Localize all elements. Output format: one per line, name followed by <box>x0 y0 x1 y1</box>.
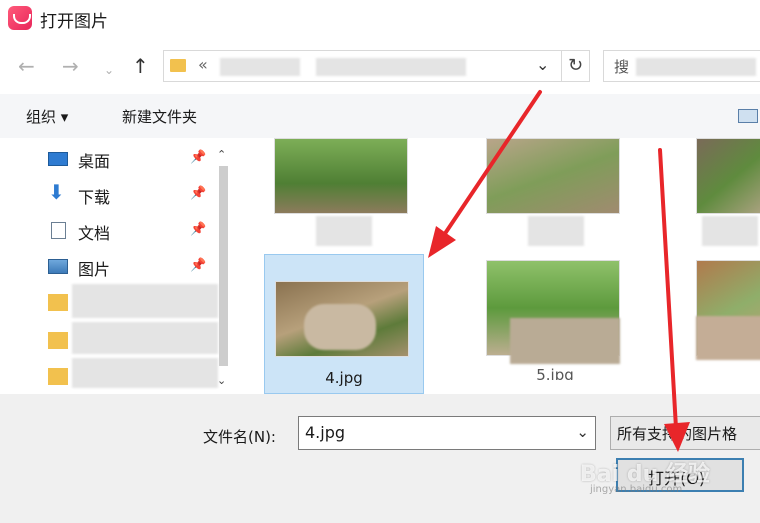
blurred-folder-name <box>72 322 218 354</box>
blurred-region <box>696 316 760 360</box>
pin-icon[interactable]: 📌 <box>190 258 206 273</box>
sidebar-item-pictures[interactable]: 图片 📌 <box>48 254 218 280</box>
sidebar-item-documents[interactable]: 文档 📌 <box>48 218 218 244</box>
file-tile-selected[interactable]: 4.jpg <box>264 254 424 394</box>
arrow-up-icon[interactable]: ↑ <box>132 54 149 78</box>
arrow-right-icon[interactable]: → <box>62 54 79 78</box>
blurred-path <box>220 58 300 76</box>
arrow-left-icon[interactable]: ← <box>18 54 35 78</box>
app-logo-icon <box>8 6 32 30</box>
file-tile[interactable] <box>692 260 760 394</box>
pin-icon[interactable]: 📌 <box>190 222 206 237</box>
sidebar-item-folder[interactable] <box>48 358 218 390</box>
file-thumbnail <box>274 138 408 214</box>
chevron-down-icon[interactable]: ⌄ <box>104 58 114 82</box>
folder-icon <box>48 294 68 311</box>
blurred-search <box>636 58 756 76</box>
blurred-region <box>510 318 620 364</box>
file-thumbnail <box>486 138 620 214</box>
sidebar-item-label: 图片 <box>78 260 111 279</box>
file-thumbnail <box>696 138 760 214</box>
filename-value: 4.jpg <box>305 423 346 442</box>
file-tile[interactable]: 5.jpg <box>480 260 630 394</box>
scroll-down-icon[interactable]: ⌄ <box>217 374 226 387</box>
blurred-file-name <box>702 216 758 246</box>
sidebar-item-folder[interactable] <box>48 322 218 354</box>
scrollbar-thumb[interactable] <box>219 166 228 366</box>
watermark-url: jingyan.baidu.com <box>590 484 683 495</box>
sidebar-item-label: 文档 <box>78 224 111 243</box>
pin-icon[interactable]: 📌 <box>190 186 206 201</box>
scroll-up-icon[interactable]: ⌃ <box>217 148 226 161</box>
file-type-filter[interactable]: 所有支持的图片格 <box>610 416 760 450</box>
filename-input[interactable]: 4.jpg ⌄ <box>298 416 596 450</box>
sidebar-item-desktop[interactable]: 桌面 📌 <box>48 146 218 172</box>
window-title: 打开图片 <box>40 12 108 32</box>
view-options-icon[interactable] <box>738 109 758 123</box>
pin-icon[interactable]: 📌 <box>190 150 206 165</box>
sidebar-item-folder[interactable] <box>48 284 218 318</box>
file-type-label: 所有支持的图片格 <box>617 425 738 443</box>
sidebar-scrollbar[interactable]: ⌃ ⌄ <box>213 142 233 394</box>
chevron-down-icon[interactable]: ⌄ <box>576 423 589 441</box>
search-input[interactable]: 搜 <box>603 50 760 82</box>
folder-icon <box>48 332 68 349</box>
organize-button[interactable]: 组织 ▾ <box>26 106 68 127</box>
folder-icon <box>170 59 186 72</box>
sidebar-item-label: 下载 <box>78 188 111 207</box>
file-tile[interactable] <box>692 138 760 248</box>
file-name: 5.jpg <box>536 366 574 380</box>
download-icon: ⬇ <box>48 180 65 204</box>
chevron-down-icon[interactable]: ⌄ <box>536 55 549 74</box>
filename-label: 文件名(N): <box>203 428 276 446</box>
folder-icon <box>48 368 68 385</box>
file-name: 4.jpg <box>325 369 363 387</box>
document-icon <box>51 222 66 239</box>
title-bar: 打开图片 <box>0 0 760 38</box>
blurred-region <box>304 304 376 350</box>
search-placeholder: 搜 <box>614 58 630 76</box>
pictures-icon <box>48 259 68 274</box>
blurred-file-name <box>528 216 584 246</box>
desktop-icon <box>48 152 68 166</box>
file-tile[interactable] <box>266 138 416 248</box>
breadcrumb-overflow[interactable]: « <box>198 55 208 74</box>
blurred-file-name <box>316 216 372 246</box>
address-bar[interactable]: « ⌄ ↻ <box>163 50 590 82</box>
blurred-path <box>316 58 466 76</box>
sidebar-item-label: 桌面 <box>78 152 111 171</box>
blurred-folder-name <box>72 358 218 388</box>
new-folder-button[interactable]: 新建文件夹 <box>122 106 197 127</box>
file-list: 4.jpg 5.jpg <box>236 138 760 394</box>
navigation-bar: ← → ⌄ ↑ « ⌄ ↻ 搜 <box>0 38 760 94</box>
sidebar-item-downloads[interactable]: ⬇ 下载 📌 <box>48 180 218 208</box>
navigation-pane: 桌面 📌 ⬇ 下载 📌 文档 📌 图片 📌 ⌃ ⌄ <box>0 138 236 394</box>
file-thumbnail <box>275 281 409 357</box>
refresh-icon[interactable]: ↻ <box>561 51 589 81</box>
command-bar: 组织 ▾ 新建文件夹 <box>0 94 760 138</box>
file-tile[interactable] <box>480 138 630 248</box>
blurred-folder-name <box>72 284 218 318</box>
